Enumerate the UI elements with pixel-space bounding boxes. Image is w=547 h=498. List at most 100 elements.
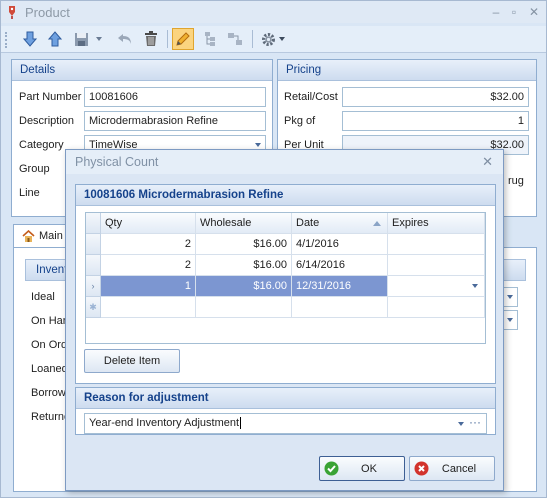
- wholesale-cell[interactable]: $16.00: [196, 255, 292, 276]
- details-header: Details: [12, 60, 272, 81]
- home-icon: [22, 230, 35, 242]
- date-cell[interactable]: 12/31/2016: [292, 276, 388, 297]
- chevron-down-icon: [472, 284, 478, 288]
- chevron-down-icon: [279, 37, 285, 41]
- column-header-date-label: Date: [296, 217, 320, 229]
- toolbar-separator: [167, 30, 168, 48]
- qty-cell[interactable]: 1: [101, 276, 196, 297]
- date-cell[interactable]: 6/14/2016: [292, 255, 388, 276]
- close-button[interactable]: ✕: [525, 3, 543, 21]
- drug-label-partial: rug: [508, 175, 524, 187]
- dialog-title-bar: Physical Count ✕: [66, 150, 503, 174]
- trash-icon: [145, 31, 157, 46]
- part-number-field[interactable]: 10081606: [84, 87, 266, 107]
- tab-main[interactable]: Main: [13, 224, 69, 248]
- pencil-icon: [176, 32, 190, 46]
- column-header-qty[interactable]: Qty: [101, 213, 196, 234]
- dialog-close-button[interactable]: ✕: [482, 154, 493, 170]
- item-header: 10081606 Microdermabrasion Refine: [76, 185, 495, 206]
- column-header-expires[interactable]: Expires: [388, 213, 485, 234]
- chevron-down-icon: [507, 318, 513, 322]
- wholesale-cell[interactable]: $16.00: [196, 276, 292, 297]
- ok-button[interactable]: OK: [319, 456, 405, 481]
- edit-button[interactable]: [172, 28, 194, 50]
- on-hand-label: On Han: [31, 315, 69, 327]
- link-icon: [228, 33, 242, 45]
- save-button[interactable]: [70, 28, 92, 50]
- on-order-label: On Ord: [31, 339, 68, 351]
- window-title: Product: [25, 5, 70, 20]
- move-down-button[interactable]: [19, 28, 41, 50]
- description-label: Description: [19, 115, 75, 127]
- title-bar: Product ‒ ▫ ✕: [1, 1, 546, 23]
- cancel-button[interactable]: Cancel: [409, 456, 495, 481]
- delete-item-button[interactable]: Delete Item: [84, 349, 180, 373]
- link-button[interactable]: [224, 28, 246, 50]
- cancel-button-label: Cancel: [441, 462, 477, 475]
- count-grid: Qty Wholesale Date Expires 2 $16.00 4/1/…: [85, 212, 486, 344]
- dialog-title: Physical Count: [75, 155, 159, 169]
- qty-cell[interactable]: 2: [101, 255, 196, 276]
- tree-icon: [205, 32, 215, 46]
- toolbar-separator: [252, 30, 253, 48]
- column-header-date[interactable]: Date: [292, 213, 388, 234]
- new-row-cell[interactable]: [292, 297, 388, 318]
- tab-main-label: Main: [39, 230, 63, 242]
- save-icon: [74, 32, 88, 46]
- ellipsis-icon[interactable]: ···: [469, 415, 481, 429]
- chevron-right-icon: ›: [91, 281, 95, 291]
- reason-value: Year-end Inventory Adjustment: [89, 417, 240, 429]
- toolbar-grip[interactable]: [5, 32, 8, 48]
- asterisk-icon: ✱: [89, 302, 97, 312]
- description-field[interactable]: Microdermabrasion Refine: [84, 111, 266, 131]
- chevron-down-icon: [458, 422, 464, 426]
- new-row-cell[interactable]: [101, 297, 196, 318]
- new-row-cell[interactable]: [388, 297, 485, 318]
- chevron-down-icon: [255, 143, 261, 147]
- retail-cost-label: Retail/Cost: [284, 91, 338, 103]
- row-selector-current[interactable]: ›: [86, 276, 101, 297]
- pkg-of-field[interactable]: 1: [342, 111, 529, 131]
- arrow-up-icon: [48, 31, 62, 47]
- column-header-wholesale[interactable]: Wholesale: [196, 213, 292, 234]
- row-selector[interactable]: [86, 234, 101, 255]
- date-cell[interactable]: 4/1/2016: [292, 234, 388, 255]
- part-number-label: Part Number: [19, 91, 82, 103]
- chevron-down-icon: [96, 37, 102, 41]
- tag-icon: [9, 6, 15, 19]
- move-up-button[interactable]: [44, 28, 66, 50]
- text-caret: [240, 417, 242, 429]
- loaned-label: Loaned: [31, 363, 68, 375]
- chevron-down-icon: [507, 295, 513, 299]
- expires-cell-editor[interactable]: [388, 276, 485, 297]
- cancel-circle-icon: [414, 461, 429, 476]
- delete-button[interactable]: [140, 28, 162, 50]
- new-row-selector[interactable]: ✱: [86, 297, 101, 318]
- save-dropdown[interactable]: [93, 28, 105, 50]
- wholesale-cell[interactable]: $16.00: [196, 234, 292, 255]
- undo-icon: [118, 34, 131, 44]
- row-selector[interactable]: [86, 255, 101, 276]
- ideal-label: Ideal: [31, 291, 55, 303]
- gear-icon: [262, 32, 275, 46]
- undo-button[interactable]: [114, 28, 136, 50]
- maximize-button[interactable]: ▫: [505, 3, 523, 21]
- reason-dropdown[interactable]: Year-end Inventory Adjustment ···: [84, 413, 487, 434]
- new-row-cell[interactable]: [196, 297, 292, 318]
- expires-cell[interactable]: [388, 255, 485, 276]
- reason-header: Reason for adjustment: [76, 388, 495, 409]
- category-label: Category: [19, 139, 64, 151]
- borrowed-label: Borrow: [31, 387, 66, 399]
- pricing-header: Pricing: [278, 60, 536, 81]
- hierarchy-button[interactable]: [199, 28, 221, 50]
- minimize-button[interactable]: ‒: [487, 3, 505, 21]
- arrow-down-icon: [23, 31, 37, 47]
- sort-ascending-icon: [373, 221, 381, 226]
- settings-button[interactable]: [258, 28, 288, 50]
- pkg-of-label: Pkg of: [284, 115, 316, 127]
- qty-cell[interactable]: 2: [101, 234, 196, 255]
- retail-cost-field[interactable]: $32.00: [342, 87, 529, 107]
- line-label: Line: [19, 187, 40, 199]
- expires-cell[interactable]: [388, 234, 485, 255]
- header-corner: [86, 213, 101, 234]
